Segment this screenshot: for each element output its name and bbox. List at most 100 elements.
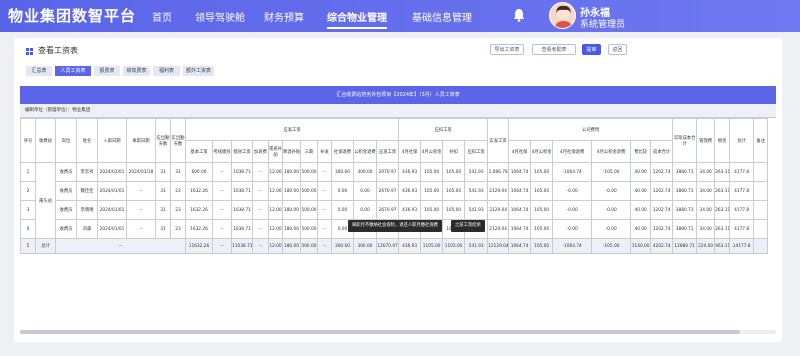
table-cell: -- (212, 238, 232, 254)
table-cell: 2129.04 (487, 181, 510, 201)
salary-sheet: 汇合收费站劳务外包项目【2024年】（3月）人员工资表 编制单位（管理单位）：物… (20, 86, 776, 322)
table-cell: -- (252, 219, 269, 239)
table-cell: 2129.04 (487, 200, 510, 220)
table-cell: -- (212, 200, 232, 220)
table-cell: 31 (155, 162, 171, 182)
table-cell: 1105.00 (442, 238, 466, 254)
subheader: 加班费 (252, 140, 269, 163)
table-cell: 105.00 (420, 181, 444, 201)
table-cell: 1632.26 (185, 200, 213, 220)
export-button[interactable]: 导出工资表 (490, 44, 524, 55)
table-cell: -- (317, 219, 332, 239)
table-row[interactable]: 2 收费员 魏佳佳 2024/01/01 -- 31 23 1632.26 -- 1038.71-… (20, 181, 769, 201)
table-cell: 0.00 (353, 200, 377, 220)
table-cell: -- (317, 238, 332, 254)
table-cell: 4202.74 (650, 238, 674, 254)
table-cell: 4177.8 (729, 219, 755, 239)
view-attachments-button[interactable]: 查看考勤表 (532, 44, 576, 55)
table-cell: 105.00 (442, 162, 466, 182)
table-cell: 105.00 (530, 162, 554, 182)
table-cell: 1105.00 (420, 238, 444, 254)
table-cell: 105.00 (530, 200, 554, 220)
table-cell: -- (317, 162, 332, 182)
subheader: 应发工资 (375, 140, 400, 163)
nav-property-management[interactable]: 综合物业管理 (327, 9, 387, 29)
table-cell: 40.00 (630, 219, 652, 239)
subheader: 4月社保 (508, 140, 532, 163)
table-row[interactable]: 3 收费员 李晓晴 2024/01/01 -- 31 23 1632.26 -- 1038.71-… (20, 200, 769, 220)
table-cell: 40.00 (630, 162, 652, 182)
tab-summary[interactable]: 汇总表 (26, 66, 52, 76)
scrollbar-thumb[interactable] (20, 330, 740, 334)
subheader: 补扣 (442, 140, 466, 163)
header-deduct-group: 应扣工资 (398, 118, 489, 141)
table-cell: 2024/01/01 (97, 181, 127, 201)
table-cell: 34.00 (696, 200, 716, 220)
tab-fees[interactable]: 报费表 (94, 66, 120, 76)
table-cell: 2024/01/01 (97, 162, 127, 182)
table-cell: 541.93 (464, 162, 489, 182)
table-cell: 31 (155, 219, 171, 239)
table-cell: 3880.71 (672, 200, 698, 220)
table-cell: -- (317, 181, 332, 201)
table-cell: 12.00 (268, 219, 283, 239)
table-cell: 31 (155, 200, 171, 220)
table-cell: 3880.71 (672, 181, 698, 201)
table-cell: 0.00 (331, 181, 354, 201)
salary-table: 序号 收费站 岗位 姓名 入职日期 离职日期 应出勤天数 实出勤天数 应发工资 … (20, 118, 769, 254)
table-cell: 1038.71 (231, 200, 253, 220)
table-cell: -- (317, 200, 332, 220)
table-cell: -105.00 (591, 238, 632, 254)
main-card: 查看工资表 导出工资表 查看考勤表 提审 返回 汇总表 人员工资表 报费表 绩效… (14, 38, 782, 342)
table-cell: 436.93 (398, 162, 422, 182)
tab-extra-salary[interactable]: 额外工资表 (183, 66, 214, 76)
table-cell: 1064.74 (508, 181, 532, 201)
table-cell: 263.11 (714, 219, 731, 239)
table-cell: 23 (170, 200, 186, 220)
nav-basic-info[interactable]: 基础信息管理 (412, 9, 472, 24)
submit-button[interactable]: 提审 (582, 44, 601, 55)
nav-home[interactable]: 首页 (152, 9, 172, 24)
subheader: 补发 (317, 140, 332, 163)
tab-staff-salary[interactable]: 人员工资表 (55, 66, 91, 76)
table-cell: 收费员 (55, 181, 77, 201)
table-cell: 5 (20, 238, 36, 254)
table-cell: 23 (170, 219, 186, 239)
table-cell: 300.00 (331, 238, 354, 254)
subheader: 4月公积金 (530, 140, 554, 163)
table-cell: 40.00 (630, 200, 652, 220)
table-cell: 105.00 (420, 200, 444, 220)
avatar[interactable] (549, 2, 576, 29)
table-row[interactable]: 1 莆头站 收费员 李云祥 2024/01/01 2024/03/18 31 31 600.00… (20, 162, 769, 239)
table-cell: -0.00 (591, 181, 632, 201)
table-cell: -0.00 (591, 219, 632, 239)
header-company-group: 公司费用 (508, 118, 674, 141)
table-cell: 105.00 (420, 162, 444, 182)
subheader: 4月社保 (398, 140, 422, 163)
table-cell: 11632.26 (185, 238, 213, 254)
horizontal-scrollbar[interactable] (20, 330, 776, 334)
table-cell: -- (126, 181, 156, 201)
header-payable-group: 应发工资 (184, 118, 400, 141)
table-cell: 500.00 (300, 238, 318, 254)
subheader: 降温补贴 (282, 140, 301, 163)
table-cell: 105.00 (530, 238, 554, 254)
table-cell: 1202.74 (650, 162, 674, 182)
tab-performance[interactable]: 绩效费表 (123, 66, 150, 76)
user-role: 系统管理员 (580, 20, 626, 30)
table-cell: 莆头站 (35, 162, 56, 239)
table-cell: 300.00 (353, 162, 377, 182)
table-cell: -0.00 (552, 219, 593, 239)
table-cell: 436.93 (398, 181, 422, 201)
subheader: 应扣工资 (464, 140, 489, 163)
tab-welfare[interactable]: 福利表 (153, 66, 180, 76)
nav-leader-cockpit[interactable]: 领导驾驶舱 (195, 9, 245, 24)
table-cell: -- (212, 162, 232, 182)
table-cell: 12.00 (268, 181, 283, 201)
back-button[interactable]: 返回 (608, 44, 627, 55)
table-cell: 收费员 (55, 162, 77, 182)
table-cell: 31 (170, 162, 186, 182)
table-cell: 4177.8 (729, 181, 755, 201)
nav-finance-budget[interactable]: 财务预算 (264, 9, 304, 24)
bell-icon[interactable] (513, 8, 525, 22)
